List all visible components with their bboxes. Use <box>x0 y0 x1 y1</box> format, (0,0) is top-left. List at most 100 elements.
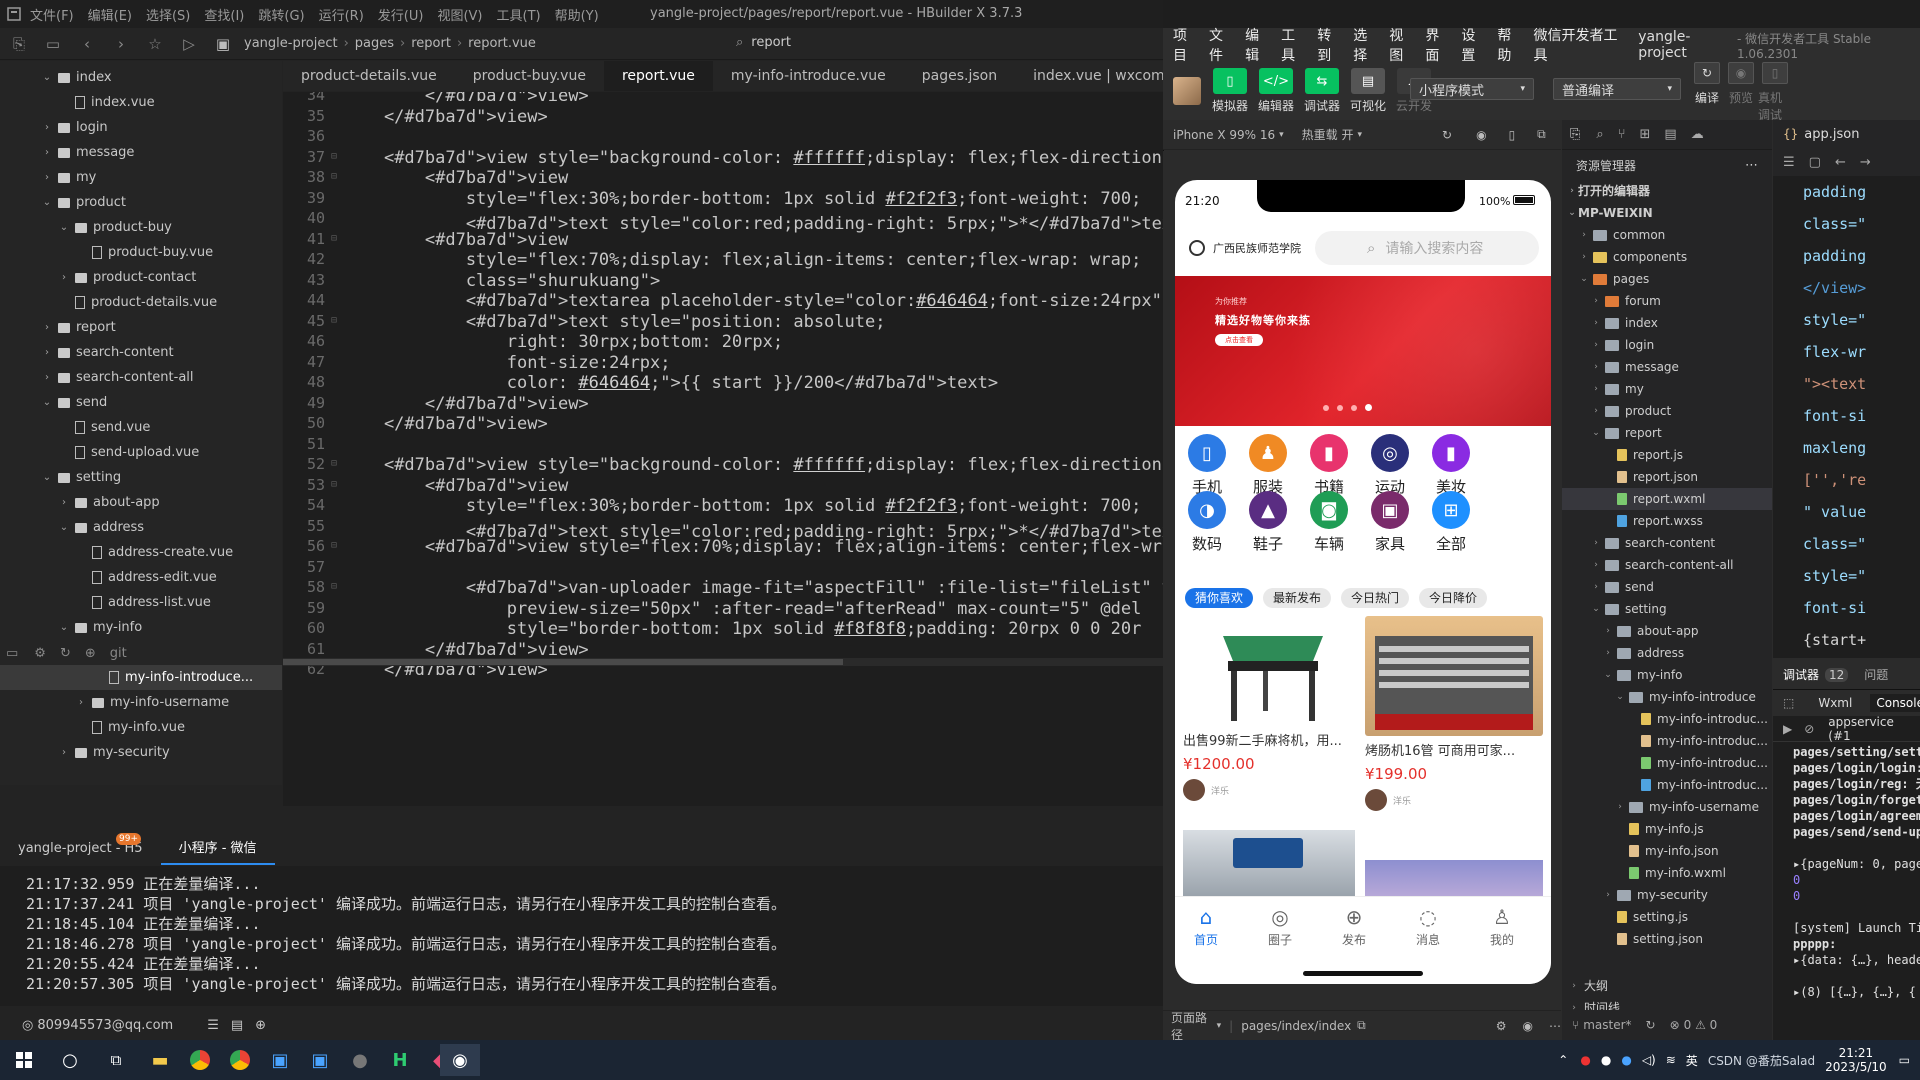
explorer-folder[interactable]: › about-app <box>1562 620 1772 642</box>
tree-file[interactable]: my-info.vue <box>0 715 282 740</box>
avatar[interactable] <box>1173 77 1201 105</box>
fold-icon[interactable]: ⊟ <box>331 479 337 490</box>
remote-debug-button[interactable]: ▯ 真机调试 <box>1758 62 1792 123</box>
editor-tab[interactable]: my-info-introduce.vue <box>713 61 904 91</box>
menu-item[interactable]: 编辑 <box>1245 25 1270 65</box>
terminal-icon[interactable]: ▤ <box>231 1018 243 1033</box>
tree-file[interactable]: index.vue <box>0 90 282 115</box>
editor-tab[interactable]: product-details.vue <box>283 61 455 91</box>
clear-icon[interactable]: ⊘ <box>1804 722 1814 736</box>
tree-folder[interactable]: › about-app <box>0 490 282 515</box>
explorer-file[interactable]: my-info-introduc... <box>1562 708 1772 730</box>
phone-simulator[interactable]: 21:20 100% 广西民族师范学院 ⌕ 请输入搜索内容 为你推荐 精选好物等… <box>1175 180 1551 984</box>
explorer-file[interactable]: report.json <box>1562 466 1772 488</box>
explorer-file[interactable]: my-info.wxml <box>1562 862 1772 884</box>
tab-debugger[interactable]: 调试器 <box>1783 666 1819 683</box>
explorer-folder[interactable]: › forum <box>1562 290 1772 312</box>
menu-item[interactable]: 查找(I) <box>204 5 244 24</box>
globe-icon[interactable]: ⊕ <box>255 1018 266 1033</box>
tree-folder[interactable]: › search-content <box>0 340 282 365</box>
forward-icon[interactable]: › <box>106 29 136 59</box>
git-branch[interactable]: master* <box>1583 1018 1631 1032</box>
explorer-file[interactable]: my-info-introduc... <box>1562 774 1772 796</box>
explorer-file[interactable]: my-info.js <box>1562 818 1772 840</box>
problem-count[interactable]: 0 ⚠ 0 <box>1684 1018 1718 1032</box>
tree-folder[interactable]: ⌄ setting <box>0 465 282 490</box>
chevron-up-icon[interactable]: ⌃ <box>1558 1053 1568 1067</box>
device-select[interactable]: iPhone X 99% 16 <box>1173 128 1275 142</box>
explorer-folder[interactable]: › login <box>1562 334 1772 356</box>
explorer-folder[interactable]: ⌄ report <box>1562 422 1772 444</box>
explorer-folder[interactable]: › my-info-username <box>1562 796 1772 818</box>
fold-icon[interactable]: ⊟ <box>331 315 337 326</box>
tree-file[interactable]: address-edit.vue <box>0 565 282 590</box>
tree-folder[interactable]: › message <box>0 140 282 165</box>
tree-file[interactable]: product-details.vue <box>0 290 282 315</box>
folder-icon[interactable]: ▭ <box>6 646 18 661</box>
menu-item[interactable]: 发行(U) <box>378 5 424 24</box>
app-tray-icon[interactable]: ● <box>1601 1053 1611 1067</box>
menu-item[interactable]: 微信开发者工具 <box>1533 25 1621 65</box>
tree-file[interactable]: send.vue <box>0 415 282 440</box>
more-icon[interactable]: ⋯ <box>1549 1019 1561 1033</box>
editor-tab[interactable]: report.vue <box>603 61 713 91</box>
wx-code-editor[interactable]: padding class=" padding </view> style=" flex-… <box>1773 176 1920 658</box>
console-tab[interactable]: 小程序 - 微信 <box>160 833 275 865</box>
fold-icon[interactable]: ⊟ <box>331 233 337 244</box>
toolbar-editor-button[interactable]: </> 编辑器 <box>1253 68 1299 114</box>
tree-folder[interactable]: ⌄ product-buy <box>0 215 282 240</box>
explorer-folder[interactable]: › search-content-all <box>1562 554 1772 576</box>
explorer-folder[interactable]: ⌄ setting <box>1562 598 1772 620</box>
app-tray-icon[interactable]: ● <box>1580 1053 1590 1067</box>
tabbar-item[interactable]: ◎ 圈子 <box>1255 905 1305 948</box>
tree-folder[interactable]: › my-info-username <box>0 690 282 715</box>
file-explorer-icon[interactable]: ▬ <box>140 1044 180 1076</box>
run-icon[interactable]: ▷ <box>174 29 204 59</box>
eye-icon[interactable]: ◉ <box>1523 1019 1533 1033</box>
tabbar-item[interactable]: ⌂ 首页 <box>1181 905 1231 948</box>
tree-file[interactable]: send-upload.vue <box>0 440 282 465</box>
record-icon[interactable]: ◉ <box>1476 128 1486 142</box>
search-icon[interactable]: ○ <box>50 1044 90 1076</box>
product-card[interactable] <box>1365 860 1543 896</box>
explorer-section[interactable]: ⌄ MP-WEIXIN <box>1562 202 1772 224</box>
explorer-folder[interactable]: › my-security <box>1562 884 1772 906</box>
menu-item[interactable]: 跳转(G) <box>258 5 304 24</box>
menu-item[interactable]: 视图 <box>1389 25 1414 65</box>
tree-folder[interactable]: ⌄ address <box>0 515 282 540</box>
fold-icon[interactable]: ⊟ <box>331 581 337 592</box>
clock-time[interactable]: 21:21 <box>1825 1046 1887 1060</box>
hbuilder-app-icon[interactable]: H <box>380 1044 420 1076</box>
ime-indicator[interactable]: 英 <box>1686 1052 1698 1069</box>
menu-item[interactable]: 帮助 <box>1497 25 1522 65</box>
toolbar-debugger-button[interactable]: ⇆ 调试器 <box>1299 68 1345 114</box>
category-item[interactable]: ▮ 书籍 <box>1299 434 1359 497</box>
chrome-icon[interactable] <box>220 1044 260 1076</box>
category-item[interactable]: ◑ 数码 <box>1177 491 1237 554</box>
tabbar-item[interactable]: ◌ 消息 <box>1403 905 1453 948</box>
sync-icon[interactable]: ↻ <box>1646 1018 1656 1032</box>
browser-icon[interactable] <box>180 1044 220 1076</box>
compile-select[interactable]: 普通编译 ▾ <box>1553 78 1681 100</box>
debug-icon[interactable]: ▤ <box>1664 127 1676 142</box>
banner-button[interactable]: 点击查看 <box>1215 334 1263 346</box>
explorer-file[interactable]: setting.js <box>1562 906 1772 928</box>
editor-scrollbar[interactable] <box>283 658 1163 666</box>
product-card[interactable] <box>1183 830 1355 896</box>
explorer-file[interactable]: report.wxss <box>1562 510 1772 532</box>
fold-icon[interactable]: ⊟ <box>331 171 337 182</box>
debug-icon[interactable]: ⚙ <box>34 646 46 661</box>
inspect-icon[interactable]: ⬚ <box>1783 696 1794 710</box>
tab-wxml[interactable]: Wxml <box>1818 696 1852 710</box>
explorer-section[interactable]: › 打开的编辑器 <box>1562 180 1772 202</box>
tab-app-json[interactable]: app.json <box>1804 127 1859 142</box>
explorer-folder[interactable]: › common <box>1562 224 1772 246</box>
file-search[interactable]: ⌕ report <box>736 35 791 50</box>
explorer-folder[interactable]: › components <box>1562 246 1772 268</box>
rotate-icon[interactable]: ↻ <box>1442 128 1452 142</box>
console-tab[interactable]: yangle-project - H5 99+ <box>0 833 161 865</box>
category-item[interactable]: ▮ 美妆 <box>1421 434 1481 497</box>
extensions-icon[interactable]: ⊞ <box>1640 127 1651 142</box>
menu-item[interactable]: 转到 <box>1317 25 1342 65</box>
explorer-folder[interactable]: › address <box>1562 642 1772 664</box>
